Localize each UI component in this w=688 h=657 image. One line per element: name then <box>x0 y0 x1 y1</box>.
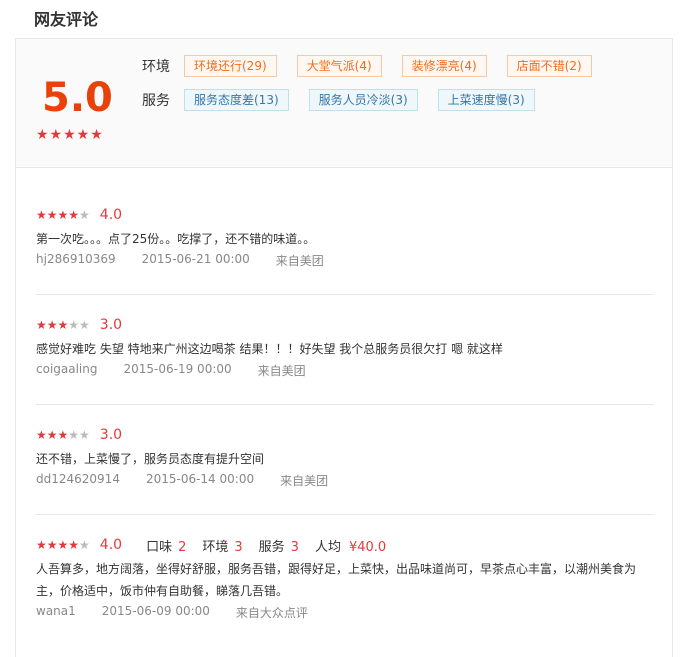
tag-store-good[interactable]: 店面不错(2) <box>506 55 592 77</box>
review-date: 2015-06-21 00:00 <box>141 252 250 266</box>
tag-service-bad[interactable]: 服务态度差(13) <box>184 89 289 111</box>
divider <box>36 514 654 515</box>
review-date: 2015-06-09 00:00 <box>101 604 210 618</box>
star-rating-icon: ★★★★★ <box>36 318 90 332</box>
star-rating-icon: ★★★★★ <box>36 428 90 442</box>
rating-summary: 5.0 ★★★★★ 环境 环境还行(29) 大堂气派(4) 装修漂亮(4) 店面… <box>15 38 673 168</box>
review-source: 来自美团 <box>280 474 329 488</box>
review-user: wana1 <box>36 604 76 618</box>
rating-value: 3.0 <box>99 317 123 333</box>
review-rating: ★★★★★ 4.0 <box>36 206 654 224</box>
star-rating-icon: ★★★★★ <box>36 538 90 552</box>
review-content: 第一次吃。。。点了25份。。吃撑了，还不错的味道。。 <box>36 232 316 246</box>
review-content: 还不错，上菜慢了，服务员态度有提升空间 <box>36 452 265 466</box>
review-date: 2015-06-14 00:00 <box>145 472 255 486</box>
page-title: 网友评论 <box>34 10 99 29</box>
review-item: ★★★★★ 4.0 口味 2 环境 3 服务 3 人均 ¥40.0 人吾算多，地方阔落，… <box>36 536 654 621</box>
review-meta: hj286910369 2015-06-21 00:00 来自美团 <box>36 252 654 269</box>
service-tag-row: 服务 服务态度差(13) 服务人员冷淡(3) 上菜速度慢(3) <box>142 89 555 111</box>
tag-decor-nice[interactable]: 装修漂亮(4) <box>401 55 487 77</box>
review-item: ★★★★★ 4.0 第一次吃。。。点了25份。。吃撑了，还不错的味道。。 hj2… <box>36 206 654 295</box>
review-item: ★★★★★ 3.0 还不错，上菜慢了，服务员态度有提升空间 dd12462091… <box>36 426 654 515</box>
overall-stars: ★★★★★ <box>36 127 104 143</box>
sub-rating-env: 环境 3 <box>202 539 243 555</box>
tag-serve-slow[interactable]: 上菜速度慢(3) <box>437 89 535 111</box>
service-tag-label: 服务 <box>142 93 170 109</box>
divider <box>36 294 654 295</box>
env-tag-label: 环境 <box>142 59 170 75</box>
review-user: dd124620914 <box>36 472 120 486</box>
review-content: 感觉好难吃 失望 特地来广州这边喝茶 结果！！！好失望 我个总服务员很欠打 嗯 … <box>36 342 503 356</box>
review-meta: coigaaling 2015-06-19 00:00 来自美团 <box>36 362 654 379</box>
tag-staff-cold[interactable]: 服务人员冷淡(3) <box>308 89 418 111</box>
star-rating-icon: ★★★★★ <box>36 208 90 222</box>
review-date: 2015-06-19 00:00 <box>123 362 232 376</box>
review-meta: wana1 2015-06-09 00:00 来自大众点评 <box>36 604 654 621</box>
rating-value: 4.0 <box>99 537 123 553</box>
review-source: 来自大众点评 <box>235 606 308 620</box>
review-rating: ★★★★★ 3.0 <box>36 426 654 444</box>
sub-rating-service: 服务 3 <box>258 539 299 555</box>
tag-lobby-grand[interactable]: 大堂气派(4) <box>296 55 382 77</box>
review-source: 来自美团 <box>275 254 324 268</box>
review-rating: ★★★★★ 3.0 <box>36 316 654 334</box>
env-tag-row: 环境 环境还行(29) 大堂气派(4) 装修漂亮(4) 店面不错(2) <box>142 55 612 77</box>
divider <box>36 404 654 405</box>
review-meta: dd124620914 2015-06-14 00:00 来自美团 <box>36 472 654 489</box>
avg-price: 人均 ¥40.0 <box>314 539 387 555</box>
review-rating: ★★★★★ 4.0 口味 2 环境 3 服务 3 人均 ¥40.0 <box>36 536 654 555</box>
sub-rating-taste: 口味 2 <box>146 539 187 555</box>
review-list: ★★★★★ 4.0 第一次吃。。。点了25份。。吃撑了，还不错的味道。。 hj2… <box>15 168 673 657</box>
review-item: ★★★★★ 3.0 感觉好难吃 失望 特地来广州这边喝茶 结果！！！好失望 我个… <box>36 316 654 405</box>
overall-score: 5.0 <box>42 75 113 121</box>
review-user: coigaaling <box>36 362 98 376</box>
rating-value: 3.0 <box>99 427 123 443</box>
tag-env-ok[interactable]: 环境还行(29) <box>184 55 277 77</box>
review-content: 人吾算多，地方阔落，坐得好舒服，服务吾错，跟得好足，上菜快，出品味道尚可，早茶点… <box>36 562 637 598</box>
review-user: hj286910369 <box>36 252 116 266</box>
rating-value: 4.0 <box>99 207 123 223</box>
review-source: 来自美团 <box>257 364 306 378</box>
